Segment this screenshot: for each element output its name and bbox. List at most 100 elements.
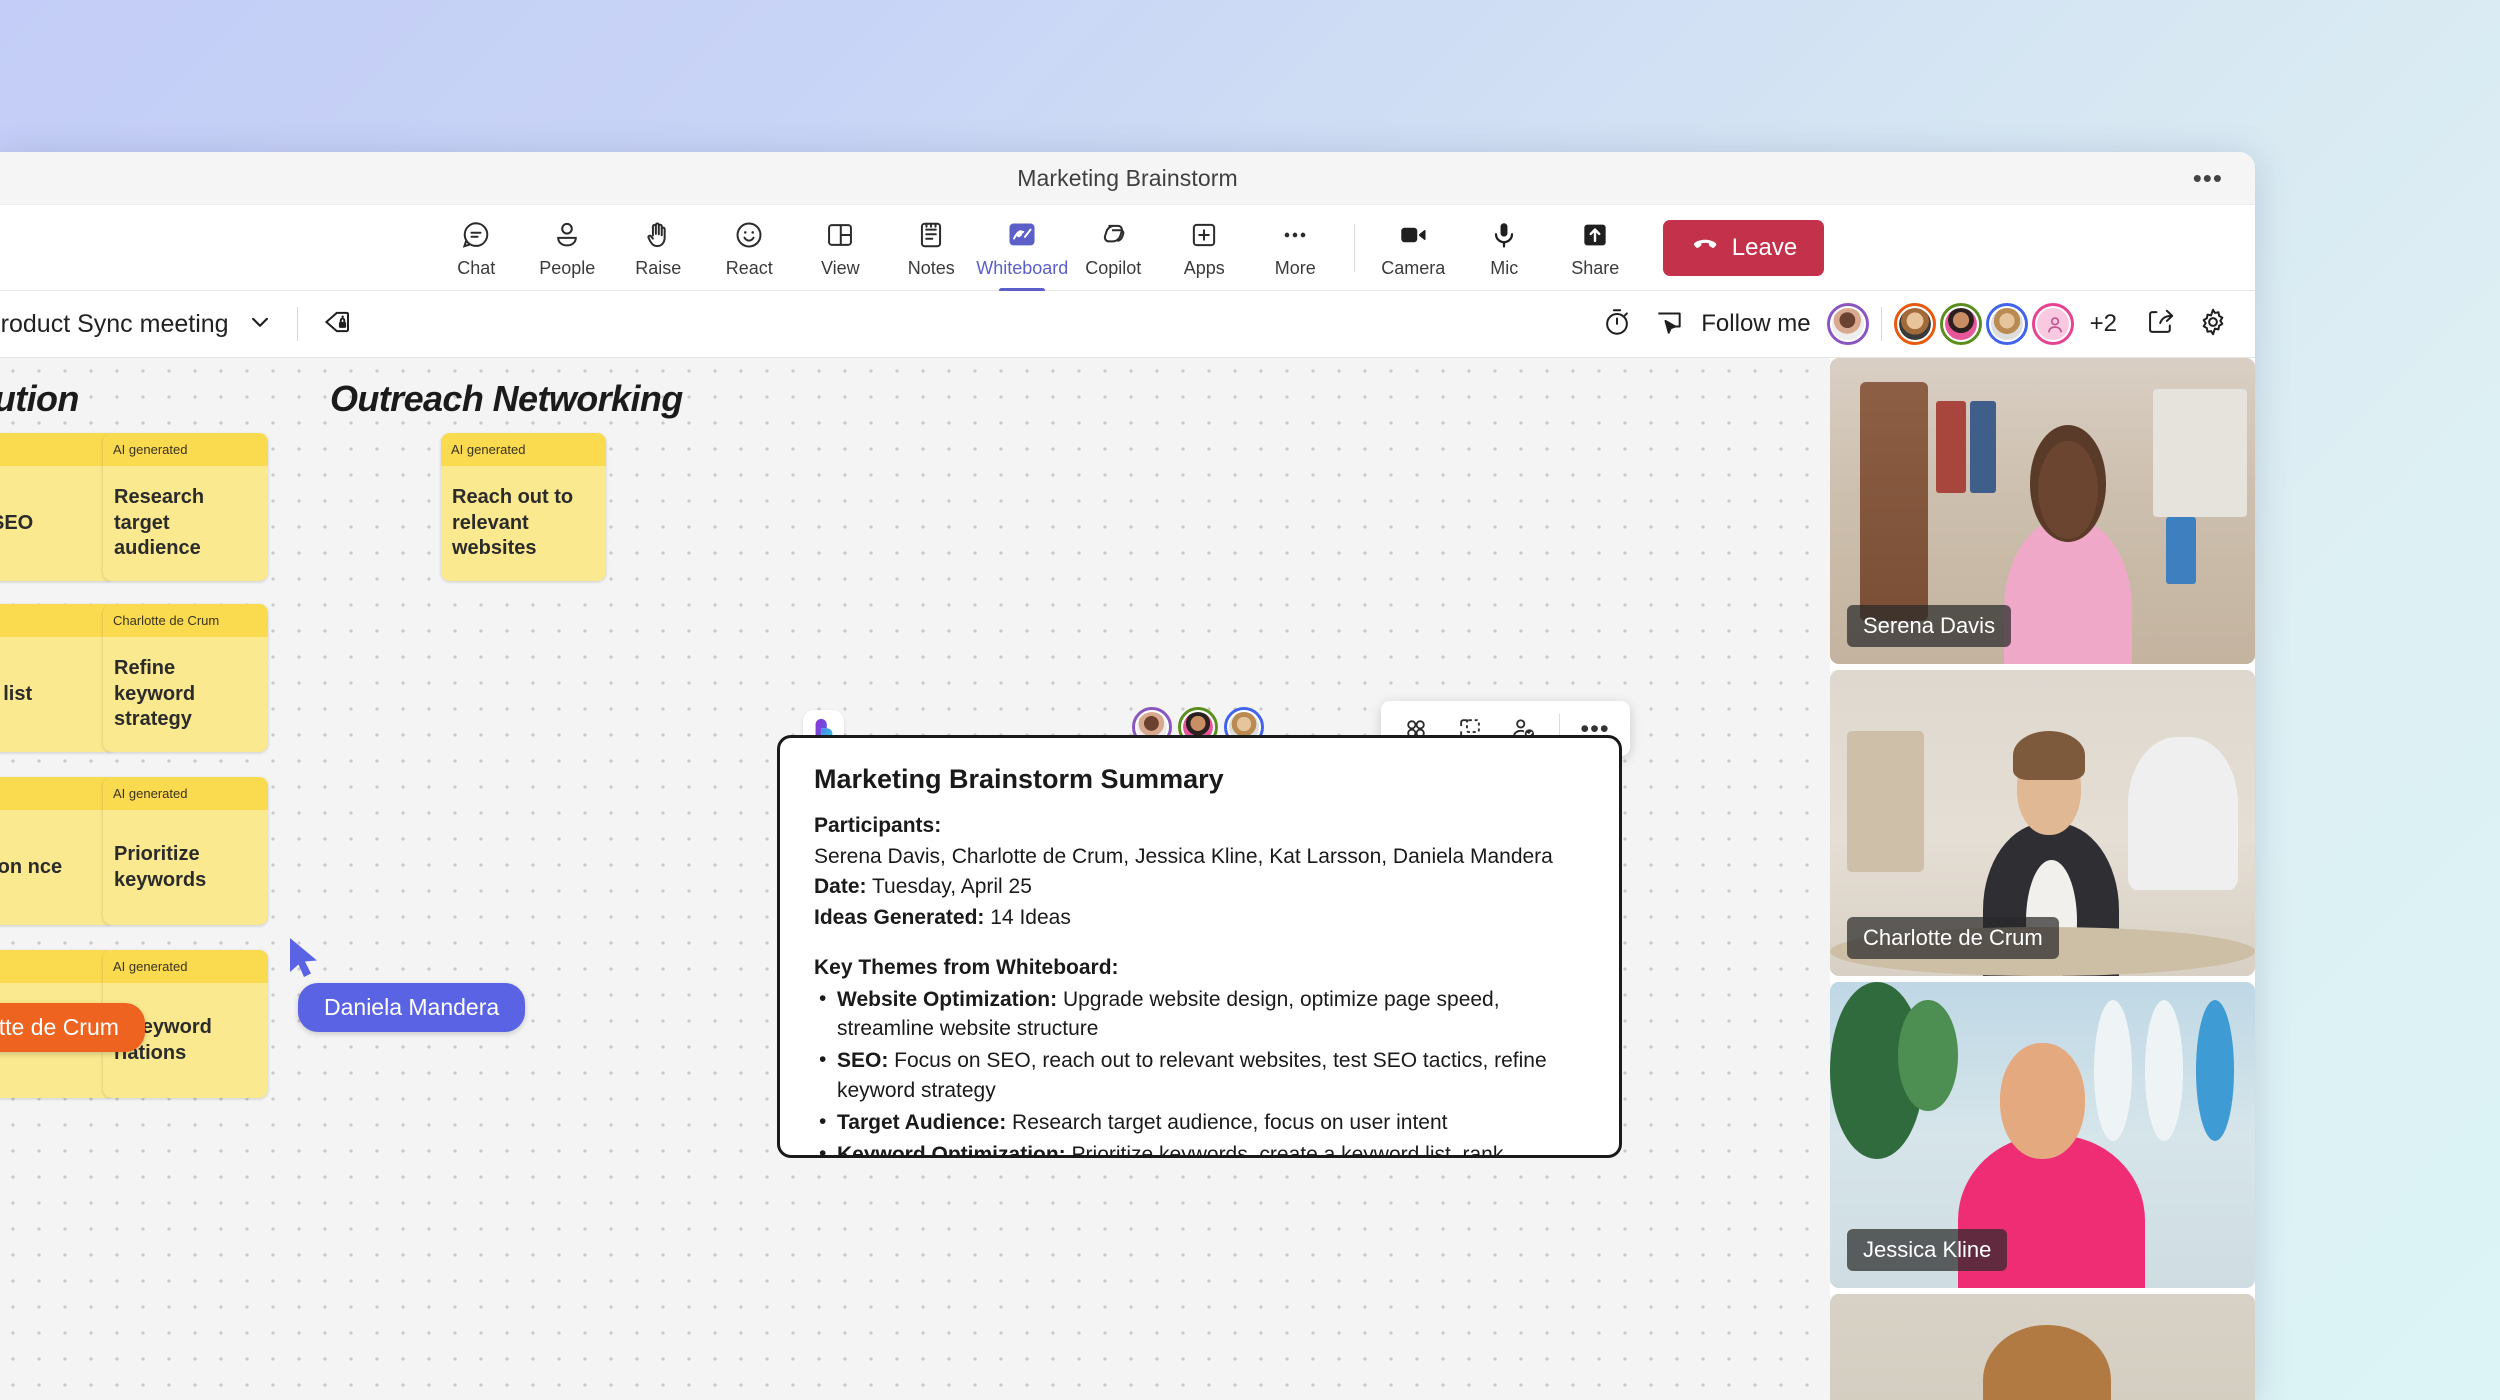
camera-icon <box>1397 218 1429 252</box>
sticky-note[interactable]: Charlotte de Crum Refine keyword strateg… <box>103 604 268 752</box>
video-rail: Serena Davis Charlotte de Crum Jessica K… <box>1830 358 2255 1400</box>
control-people[interactable]: People <box>522 216 613 279</box>
people-icon <box>551 218 583 252</box>
avatar-overflow-count[interactable]: +2 <box>2090 310 2117 338</box>
more-ellipsis-icon <box>1279 218 1311 252</box>
sticky-note[interactable]: on SEO <box>0 433 115 581</box>
meeting-control-bar: Chat People Raise React View Notes White… <box>0 205 2255 293</box>
control-label: Share <box>1571 258 1620 278</box>
theme-item: Target Audience: Research target audienc… <box>814 1107 1585 1138</box>
avatar[interactable] <box>1893 303 1936 345</box>
theme-item: Keyword Optimization: Prioritize keyword… <box>814 1139 1585 1155</box>
date-row: Date: Tuesday, April 25 <box>814 875 1032 899</box>
avatar-placeholder[interactable] <box>2031 303 2074 345</box>
control-label: More <box>1274 258 1316 278</box>
themes-list: Website Optimization: Upgrade website de… <box>814 984 1585 1155</box>
theme-item: Website Optimization: Upgrade website de… <box>814 984 1585 1045</box>
share-arrow-icon <box>2145 306 2177 343</box>
control-raise-hand[interactable]: Raise <box>613 216 704 279</box>
sticky-note-text: Prioritize keywords <box>114 842 207 891</box>
share-board-button[interactable] <box>2135 298 2187 350</box>
sticky-note-text: rds on nce <box>0 855 63 878</box>
hangup-icon <box>1690 229 1720 266</box>
sticky-note-author: AI generated <box>103 433 268 466</box>
timer-button[interactable] <box>1591 298 1643 350</box>
react-icon <box>733 218 765 252</box>
sticky-note[interactable]: rds on nce <box>0 777 115 925</box>
leave-label: Leave <box>1731 233 1798 261</box>
video-tile[interactable] <box>1830 1294 2255 1400</box>
control-label: Raise <box>635 258 682 278</box>
control-chat[interactable]: Chat <box>431 216 522 279</box>
microphone-icon <box>1488 218 1520 252</box>
control-camera[interactable]: Camera <box>1368 216 1459 279</box>
control-notes[interactable]: Notes <box>886 216 977 279</box>
video-tile[interactable]: Serena Davis <box>1830 358 2255 664</box>
control-view[interactable]: View <box>795 216 886 279</box>
video-tile[interactable]: Jessica Kline <box>1830 982 2255 1288</box>
sticky-note[interactable]: AI generated Reach out to relevant websi… <box>441 433 606 581</box>
leave-button[interactable]: Leave <box>1662 219 1825 276</box>
tag-lock-icon[interactable] <box>320 306 352 343</box>
sticky-note-author <box>0 950 115 983</box>
board-settings-button[interactable] <box>2187 298 2239 350</box>
summary-card[interactable]: Marketing Brainstorm Summary Participant… <box>777 735 1622 1158</box>
control-label: Apps <box>1183 258 1225 278</box>
view-icon <box>824 218 856 252</box>
chat-icon <box>460 218 492 252</box>
window-title: Marketing Brainstorm <box>1017 164 1238 191</box>
raise-hand-icon <box>642 218 674 252</box>
avatar[interactable] <box>1826 303 1869 345</box>
participants-label: Participants: <box>814 814 942 837</box>
section-title: Outreach Networking <box>330 378 683 419</box>
control-label: View <box>820 258 860 278</box>
theme-item: SEO: Focus on SEO, reach out to relevant… <box>814 1045 1585 1106</box>
collaborator-cursor-label: Charlotte de Crum <box>0 1003 145 1052</box>
follow-cursor-icon <box>1653 306 1685 343</box>
control-more[interactable]: More <box>1250 216 1341 279</box>
control-label: People <box>539 258 596 278</box>
gear-icon <box>2197 306 2229 343</box>
control-apps[interactable]: Apps <box>1159 216 1250 279</box>
follow-cursor-button[interactable] <box>1643 298 1695 350</box>
ideas-row: Ideas Generated: 14 Ideas <box>814 905 1071 929</box>
sticky-note-text: Refine keyword strategy <box>114 657 196 731</box>
window-more-options-icon[interactable]: ••• <box>2183 165 2233 191</box>
sticky-note[interactable]: AI generated Prioritize keywords <box>103 777 268 925</box>
apps-plus-icon <box>1188 218 1220 252</box>
toolbar-divider <box>1353 223 1355 272</box>
teams-meeting-window: Marketing Brainstorm ••• Chat People Rai… <box>0 152 2255 1400</box>
sticky-note-text: on SEO <box>0 511 34 534</box>
control-mic[interactable]: Mic <box>1459 216 1550 279</box>
sticky-note-text: Reach out to relevant websites <box>452 486 574 560</box>
control-react[interactable]: React <box>704 216 795 279</box>
control-whiteboard[interactable]: Whiteboard <box>976 216 1069 293</box>
share-screen-icon <box>1579 218 1611 252</box>
sticky-note[interactable]: era a rd list <box>0 604 115 752</box>
participant-name: Charlotte de Crum <box>1847 917 2059 959</box>
toolbar-divider <box>296 307 298 341</box>
video-tile[interactable]: Charlotte de Crum <box>1830 670 2255 976</box>
sticky-note-author: era <box>0 604 115 637</box>
chevron-down-icon[interactable] <box>245 307 275 342</box>
participant-name: Serena Davis <box>1847 605 2012 647</box>
control-copilot[interactable]: Copilot <box>1068 216 1159 279</box>
control-share[interactable]: Share <box>1550 216 1641 279</box>
sticky-note[interactable]: AI generated Research target audience <box>103 433 268 581</box>
sticky-note-author: AI generated <box>103 777 268 810</box>
control-label: React <box>725 258 773 278</box>
sticky-note-author: Charlotte de Crum <box>103 604 268 637</box>
board-title[interactable]: Product Sync meeting <box>0 310 229 339</box>
sticky-note-author: AI generated <box>103 950 268 983</box>
avatar[interactable] <box>1939 303 1982 345</box>
whiteboard-icon <box>1006 218 1038 252</box>
collaborator-avatars <box>1826 303 2078 345</box>
whiteboard-toolbar: Product Sync meeting Follow me +2 <box>0 291 2255 358</box>
follow-me-label[interactable]: Follow me <box>1701 310 1810 338</box>
control-label: Mic <box>1490 258 1519 278</box>
avatar[interactable] <box>1985 303 2028 345</box>
participant-name: Jessica Kline <box>1847 1229 2008 1271</box>
control-label: Notes <box>907 258 955 278</box>
control-label: Whiteboard <box>976 258 1069 278</box>
window-title-bar: Marketing Brainstorm ••• <box>0 152 2255 205</box>
